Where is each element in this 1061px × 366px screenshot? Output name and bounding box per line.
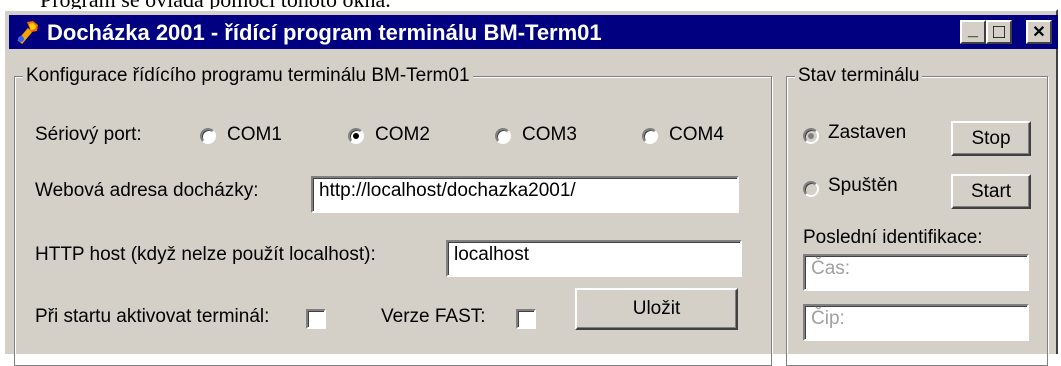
radio-com3-indicator[interactable] [495, 128, 511, 144]
serial-port-label: Sériový port: [35, 124, 142, 145]
stop-button[interactable]: Stop [951, 121, 1031, 156]
maximize-button[interactable]: □ [986, 20, 1012, 44]
start-button[interactable]: Start [951, 174, 1031, 209]
radio-running-indicator[interactable] [803, 181, 819, 197]
last-identification-label: Poslední identifikace: [803, 227, 983, 248]
web-address-input[interactable]: http://localhost/dochazka2001/ [311, 176, 739, 213]
minimize-button[interactable]: _ [960, 18, 986, 44]
maximize-icon: □ [992, 20, 1006, 43]
status-groupbox: Stav terminálu Zastaven Stop Spuštěn Sta… [786, 65, 1048, 366]
startup-activate-label: Při startu aktivovat terminál: [35, 306, 270, 327]
radio-com1-label[interactable]: COM1 [227, 124, 282, 146]
http-host-input[interactable]: localhost [446, 240, 742, 277]
radio-stopped-label[interactable]: Zastaven [828, 122, 906, 144]
fast-version-checkbox[interactable] [516, 309, 536, 329]
radio-com4-indicator[interactable] [642, 128, 658, 144]
radio-running-label[interactable]: Spuštěn [828, 175, 898, 197]
startup-activate-checkbox[interactable] [306, 309, 326, 329]
radio-com4-label[interactable]: COM4 [669, 124, 724, 146]
radio-stopped-indicator[interactable] [803, 128, 819, 144]
close-button[interactable]: ✕ [1026, 20, 1052, 44]
radio-com2-indicator[interactable] [348, 128, 364, 144]
config-group-title: Konfigurace řídícího programu terminálu … [23, 65, 473, 87]
radio-com1-indicator[interactable] [200, 128, 216, 144]
window-title: Docházka 2001 - řídící program terminálu… [47, 20, 602, 45]
radio-com2-label[interactable]: COM2 [375, 124, 430, 146]
minimize-icon: _ [967, 18, 978, 39]
stop-button-label: Stop [971, 127, 1011, 149]
close-icon: ✕ [1032, 24, 1046, 41]
title-bar[interactable]: Docházka 2001 - řídící program terminálu… [9, 15, 1058, 49]
radio-com3-label[interactable]: COM3 [522, 124, 577, 146]
fast-version-label: Verze FAST: [381, 306, 486, 327]
start-button-label: Start [970, 180, 1012, 202]
time-field[interactable]: Čas: [803, 254, 1029, 291]
chip-field[interactable]: Čip: [803, 304, 1029, 341]
status-group-title: Stav terminálu [795, 65, 923, 87]
app-window: Docházka 2001 - řídící program terminálu… [3, 9, 1058, 366]
save-button-label: Uložit [632, 298, 681, 319]
background-document-text: Program se ovládá pomocí tohoto okna. [0, 0, 1061, 9]
app-icon [17, 21, 38, 45]
config-groupbox: Konfigurace řídícího programu terminálu … [14, 65, 772, 366]
web-address-label: Webová adresa docházky: [35, 180, 259, 201]
save-button[interactable]: Uložit [575, 288, 738, 330]
http-host-label: HTTP host (když nelze použít localhost): [35, 244, 376, 265]
